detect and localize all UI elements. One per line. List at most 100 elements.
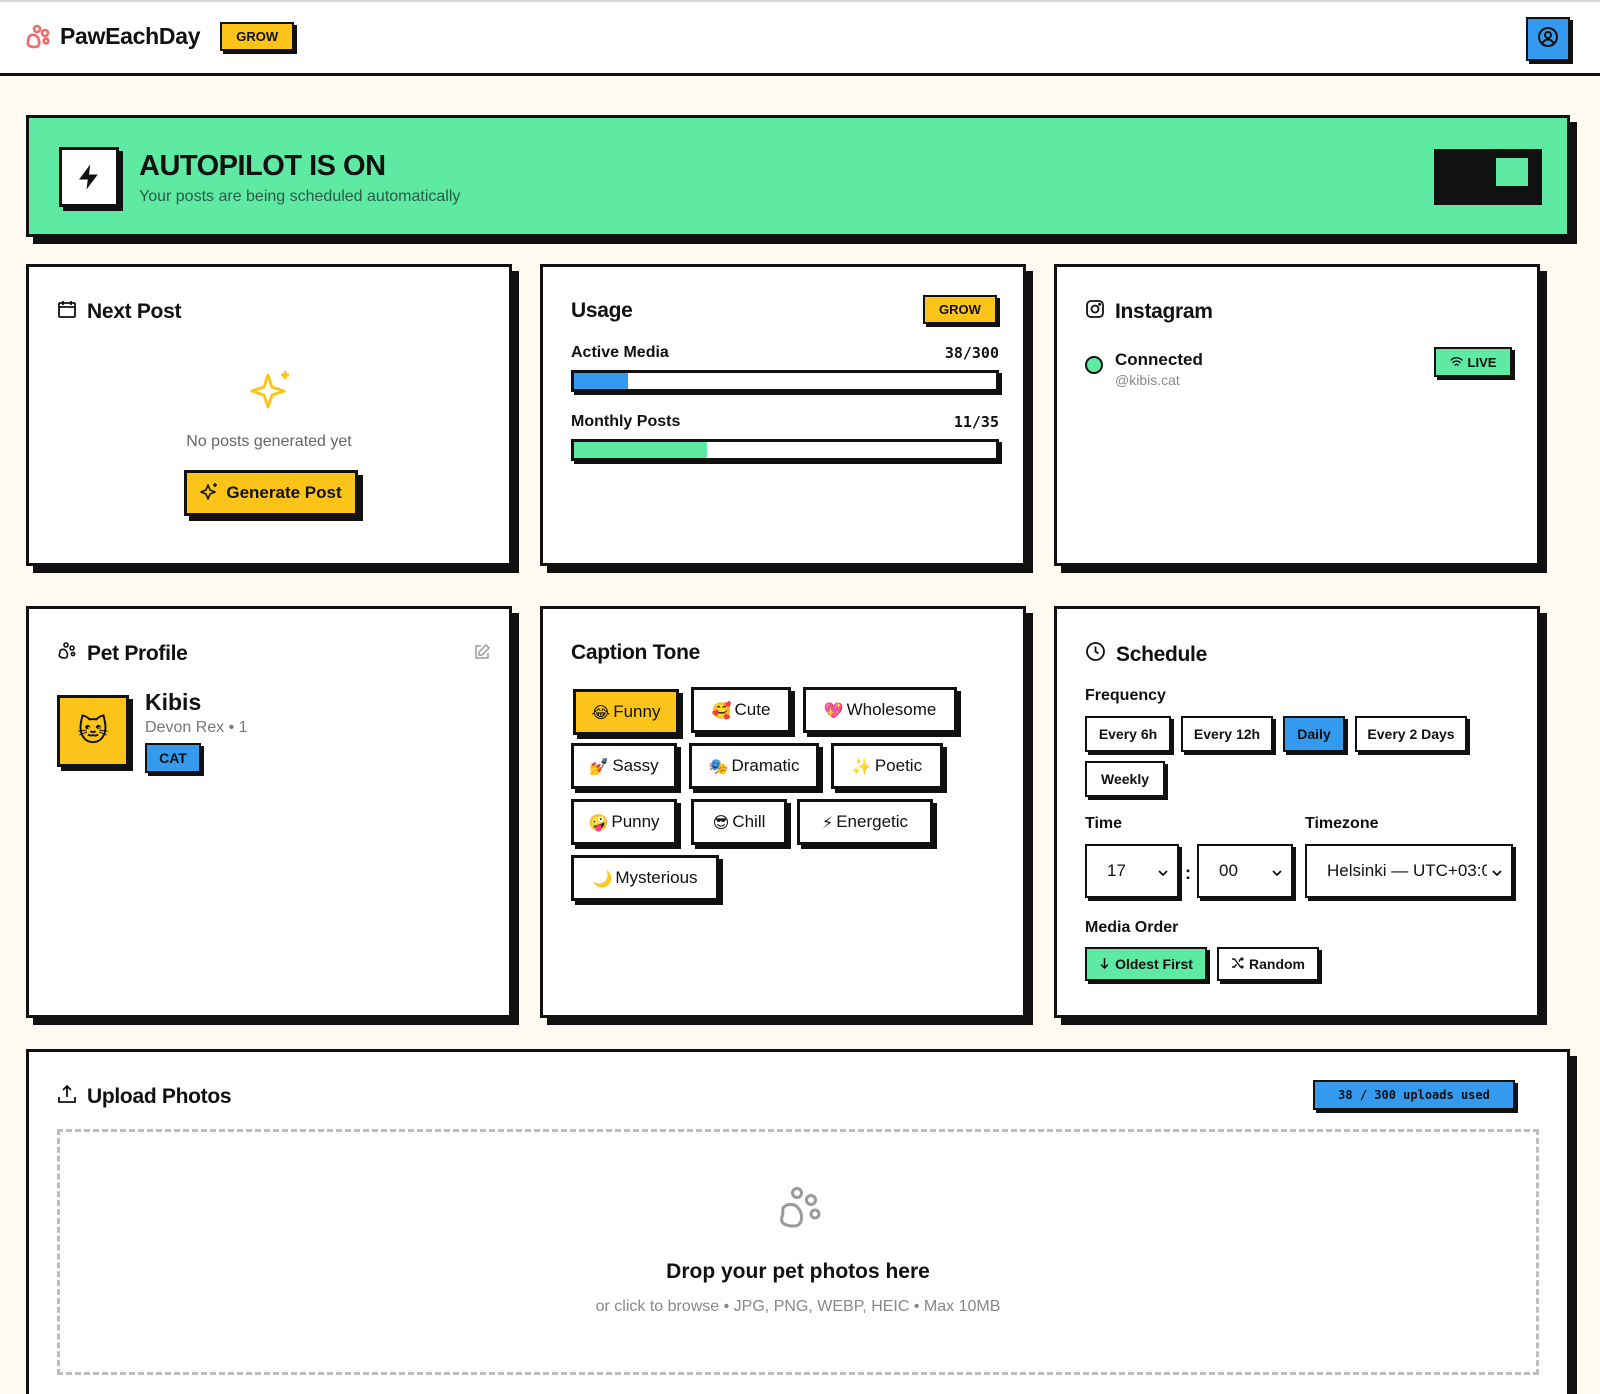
pet-avatar: 🐱 [57,695,129,767]
tone-chill[interactable]: 😎 Chill [691,799,787,845]
instagram-title: Instagram [1115,300,1213,323]
tone-punny[interactable]: 🤪 Punny [571,799,677,845]
generate-post-button[interactable]: Generate Post [184,470,358,516]
hour-select[interactable]: 17 [1085,844,1179,898]
generate-post-label: Generate Post [226,483,342,502]
order-label: Oldest First [1115,956,1193,972]
time-label: Time [1085,815,1123,832]
order-random[interactable]: Random [1217,947,1319,981]
tone-dramatic[interactable]: 🎭 Dramatic [689,743,819,789]
next-post-title: Next Post [87,300,182,323]
order-label: Random [1249,956,1305,972]
tone-energetic[interactable]: ⚡ Energetic [797,799,933,845]
schedule-heading: Schedule [1085,641,1207,668]
progress-fill [574,373,628,389]
tone-label: Chill [732,812,766,831]
live-badge: LIVE [1434,347,1512,377]
frequency-daily[interactable]: Daily [1283,716,1345,752]
sparkles-icon [248,367,294,418]
media-order-label: Media Order [1085,919,1179,936]
instagram-handle: @kibis.cat [1115,372,1180,388]
lightning-icon [59,147,119,207]
frequency-every-6h[interactable]: Every 6h [1085,716,1171,752]
tone-emoji: 😂 [591,702,611,722]
frequency-label: Frequency [1085,687,1166,704]
user-circle-icon [1537,26,1559,53]
paw-icon [57,641,87,667]
tone-emoji: 🥰 [711,700,732,720]
tone-emoji: 😎 [712,812,730,832]
order-oldest-first[interactable]: Oldest First [1085,947,1207,981]
chevron-down-icon [1491,864,1503,884]
tone-wholesome[interactable]: 💖 Wholesome [803,687,957,733]
sparkle-icon [200,482,226,505]
calendar-icon [57,299,87,325]
tone-emoji: 💖 [823,700,844,720]
caption-tone-card: Caption Tone 😂 Funny 🥰 Cute 💖 Wholesome … [540,606,1026,1018]
timezone-value: Helsinki — UTC+03:00 [1327,861,1487,880]
no-posts-text: No posts generated yet [186,433,352,450]
plan-badge: GROW [220,22,295,51]
pet-profile-title: Pet Profile [87,642,188,665]
tone-label: Wholesome [846,700,937,719]
instagram-heading: Instagram [1085,299,1213,325]
tone-mysterious[interactable]: 🌙 Mysterious [571,855,719,901]
frequency-every-12h[interactable]: Every 12h [1181,716,1273,752]
tone-cute[interactable]: 🥰 Cute [691,687,791,733]
tone-emoji: ⚡ [821,812,834,832]
chevron-down-icon [1157,864,1169,884]
usage-row-monthly-posts: Monthly Posts 11/35 [571,413,999,431]
pet-name: Kibis [145,689,202,715]
usage-title: Usage [571,299,633,322]
minute-value: 00 [1219,861,1238,880]
upload-title: Upload Photos [87,1085,232,1108]
toggle-knob [1496,158,1528,186]
tone-emoji: ✨ [851,756,872,776]
edit-icon[interactable] [473,643,491,666]
minute-select[interactable]: 00 [1197,844,1293,898]
instagram-icon [1085,299,1115,325]
tone-label: Punny [611,812,660,831]
tone-label: Sassy [612,756,659,775]
chevron-down-icon [1271,864,1283,884]
upload-card: Upload Photos 38 / 300 uploads used Drop… [26,1049,1570,1394]
arrow-down-icon [1099,956,1115,972]
frequency-every-2-days[interactable]: Every 2 Days [1355,716,1467,752]
next-post-card: Next Post No posts generated yet Generat… [26,264,512,566]
paw-icon [24,23,52,51]
upload-icon [57,1084,87,1110]
progress-fill [574,442,707,458]
autopilot-toggle[interactable] [1434,149,1542,205]
live-label: LIVE [1467,354,1497,370]
active-media-progress [571,370,999,392]
upload-heading: Upload Photos [57,1084,232,1110]
hour-value: 17 [1107,861,1126,880]
dropzone-title: Drop your pet photos here [666,1260,930,1283]
usage-value: 38/300 [944,344,999,362]
dropzone-hint: or click to browse • JPG, PNG, WEBP, HEI… [595,1298,1001,1315]
usage-row-active-media: Active Media 38/300 [571,344,999,362]
clock-icon [1085,641,1116,668]
wifi-icon [1449,355,1468,370]
next-post-heading: Next Post [57,299,181,325]
schedule-title: Schedule [1116,642,1207,666]
pet-breed: Devon Rex • 1 [145,719,248,736]
usage-label: Active Media [571,344,669,361]
autopilot-subtitle: Your posts are being scheduled automatic… [139,188,461,205]
tone-poetic[interactable]: ✨ Poetic [831,743,943,789]
tone-sassy[interactable]: 💅 Sassy [571,743,677,789]
timezone-label: Timezone [1305,815,1379,832]
frequency-weekly[interactable]: Weekly [1085,761,1165,797]
brand[interactable]: PawEachDay GROW [24,22,295,51]
photo-dropzone[interactable]: Drop your pet photos here or click to br… [57,1129,1539,1375]
timezone-select[interactable]: Helsinki — UTC+03:00 [1305,844,1513,898]
autopilot-banner: AUTOPILOT IS ON Your posts are being sch… [26,115,1570,237]
instagram-card: Instagram Connected @kibis.cat LIVE [1054,264,1540,566]
tone-label: Mysterious [615,868,698,887]
connection-status: Connected [1115,350,1203,369]
uploads-used-badge: 38 / 300 uploads used [1313,1080,1515,1110]
tone-funny[interactable]: 😂 Funny [573,689,679,735]
usage-card: Usage GROW Active Media 38/300 Monthly P… [540,264,1026,566]
pet-profile-card: Pet Profile 🐱 Kibis Devon Rex • 1 CAT [26,606,512,1018]
account-button[interactable] [1526,17,1570,61]
